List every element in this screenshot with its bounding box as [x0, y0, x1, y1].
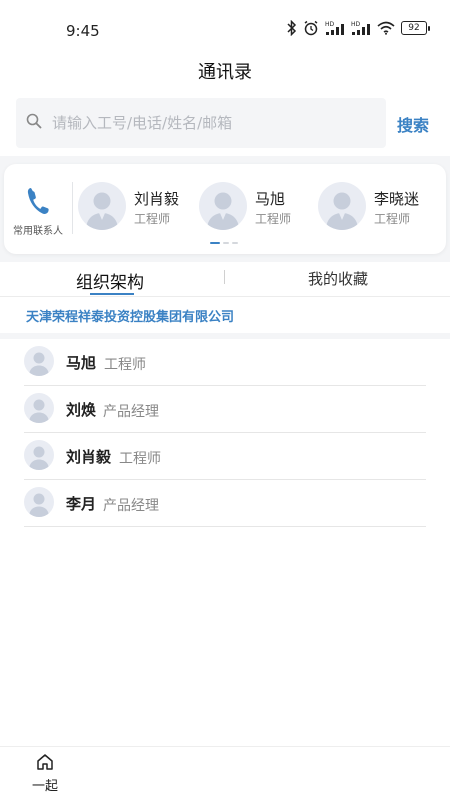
favorite-contact-name: 马旭 — [255, 190, 286, 208]
member-name: 李月 — [66, 495, 97, 513]
page-indicator — [210, 242, 238, 244]
avatar-placeholder-icon — [24, 440, 54, 470]
active-tab-indicator — [90, 293, 134, 295]
status-bar: 9:45 HD HD 92 — [0, 0, 450, 60]
list-item[interactable]: 刘肖毅 工程师 — [24, 433, 426, 480]
page-dot-active — [210, 242, 220, 244]
divider — [72, 182, 73, 234]
list-item[interactable]: 刘焕 产品经理 — [24, 386, 426, 433]
frequent-contacts-card: 常用联系人 刘肖毅 工程师 马旭 工程师 李晓迷 工程师 — [4, 164, 446, 254]
favorite-contact-title: 工程师 — [374, 212, 411, 226]
avatar-placeholder-icon — [78, 182, 126, 230]
frequent-contacts-button[interactable]: 常用联系人 — [4, 164, 72, 254]
page-title: 通讯录 — [198, 62, 252, 83]
favorite-contact[interactable]: 李晓迷 工程师 — [318, 182, 438, 236]
home-icon — [30, 753, 60, 771]
favorite-contact[interactable]: 马旭 工程师 — [199, 182, 309, 236]
avatar-placeholder-icon — [24, 393, 54, 423]
member-title: 工程师 — [104, 357, 146, 373]
favorite-contact[interactable]: 刘肖毅 工程师 — [78, 182, 188, 236]
alarm-icon — [303, 20, 319, 36]
avatar-placeholder-icon — [24, 346, 54, 376]
tab-my-favorites[interactable]: 我的收藏 — [308, 268, 368, 289]
company-breadcrumb[interactable]: 天津荣程祥泰投资控股集团有限公司 — [0, 297, 450, 333]
favorite-contact-title: 工程师 — [255, 212, 292, 226]
member-name: 刘肖毅 — [66, 448, 112, 466]
battery-indicator: 92 — [401, 21, 430, 35]
tab-separator — [224, 270, 225, 284]
member-title: 工程师 — [119, 451, 161, 467]
wifi-icon — [377, 21, 395, 35]
signal-hd-icon-2: HD — [351, 20, 371, 36]
svg-text:HD: HD — [325, 21, 335, 28]
member-name: 马旭 — [66, 354, 97, 372]
avatar-placeholder-icon — [318, 182, 366, 230]
status-icons: HD HD 92 — [287, 20, 430, 36]
page-dot — [232, 242, 238, 244]
avatar-placeholder-icon — [24, 487, 54, 517]
search-icon — [26, 113, 42, 133]
nav-home-button[interactable]: 一起 — [30, 753, 60, 794]
favorite-contact-name: 李晓迷 — [374, 190, 420, 208]
battery-level: 92 — [401, 21, 427, 35]
search-box[interactable] — [16, 98, 386, 148]
svg-text:HD: HD — [351, 21, 361, 28]
avatar-placeholder-icon — [199, 182, 247, 230]
favorite-contact-title: 工程师 — [134, 212, 171, 226]
signal-hd-icon: HD — [325, 20, 345, 36]
nav-home-label: 一起 — [31, 779, 58, 794]
frequent-contacts-label: 常用联系人 — [13, 226, 63, 237]
search-button[interactable]: 搜索 — [397, 112, 429, 136]
bluetooth-icon — [287, 20, 297, 36]
phone-icon — [26, 186, 50, 220]
list-item[interactable]: 李月 产品经理 — [24, 480, 426, 527]
bottom-nav: 一起 — [0, 746, 450, 801]
member-list: 马旭 工程师 刘焕 产品经理 刘肖毅 工程师 李月 产品经理 — [24, 339, 426, 527]
company-name: 天津荣程祥泰投资控股集团有限公司 — [26, 310, 235, 325]
member-title: 产品经理 — [103, 498, 159, 514]
page-dot — [223, 242, 229, 244]
search-input[interactable] — [50, 113, 374, 133]
tab-org-structure[interactable]: 组织架构 — [76, 268, 144, 293]
tab-bar: 组织架构 我的收藏 — [0, 262, 450, 297]
battery-tip — [428, 25, 430, 31]
member-name: 刘焕 — [66, 401, 97, 419]
list-item[interactable]: 马旭 工程师 — [24, 339, 426, 386]
member-title: 产品经理 — [103, 404, 159, 420]
favorite-contact-name: 刘肖毅 — [134, 190, 180, 208]
status-time: 9:45 — [66, 22, 100, 40]
